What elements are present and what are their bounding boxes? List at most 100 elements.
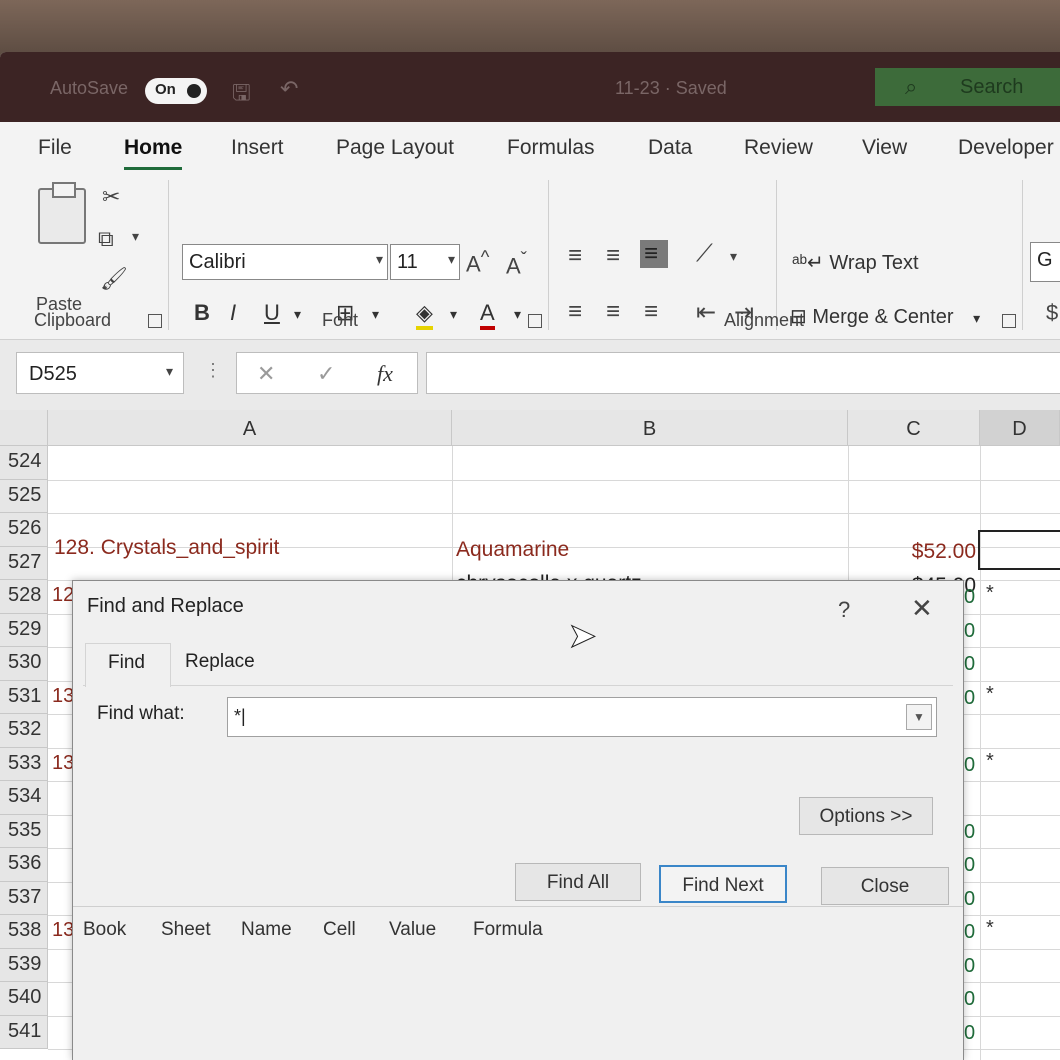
row-header[interactable]: 533 (0, 747, 48, 781)
cell-c-partial[interactable]: 0 (964, 1022, 975, 1045)
row-header[interactable]: 541 (0, 1015, 48, 1049)
row-header[interactable]: 528 (0, 580, 48, 614)
row-header[interactable]: 537 (0, 881, 48, 915)
cell-d-star[interactable]: * (986, 683, 994, 706)
align-left-icon[interactable]: ≡ (568, 298, 588, 326)
decrease-font-icon[interactable]: Aˇ (506, 248, 527, 279)
tab-review[interactable]: Review (744, 136, 813, 160)
cell-c-partial[interactable]: 0 (964, 821, 975, 844)
row-header[interactable]: 536 (0, 848, 48, 882)
cell-c-partial[interactable]: 0 (964, 955, 975, 978)
cell-a525[interactable]: 128. Crystals_and_spirit (54, 536, 279, 560)
tab-view[interactable]: View (862, 136, 907, 160)
column-header-d[interactable]: D (980, 410, 1060, 446)
cell-c-partial[interactable]: 0 (964, 687, 975, 710)
results-list[interactable] (73, 953, 963, 1060)
row-header[interactable]: 538 (0, 915, 48, 949)
find-next-button[interactable]: Find Next (659, 865, 787, 903)
cancel-icon[interactable]: ✕ (257, 361, 275, 387)
underline-button[interactable]: U (264, 300, 280, 326)
row-header[interactable]: 529 (0, 613, 48, 647)
cut-icon[interactable]: ✂ (102, 184, 120, 210)
selected-cell-d525[interactable] (978, 530, 1060, 570)
middle-align-icon[interactable]: ≡ (606, 242, 626, 270)
copy-dropdown-icon[interactable]: ▾ (132, 228, 139, 245)
bottom-align-icon[interactable]: ≡ (640, 240, 669, 268)
wrap-text-button[interactable]: ᵃᵇ↵ Wrap Text (792, 250, 919, 275)
row-header[interactable]: 526 (0, 513, 48, 547)
copy-icon[interactable]: ⧉ (98, 226, 114, 252)
font-size-box[interactable]: 11 ▾ (390, 244, 460, 280)
chevron-down-icon[interactable]: ▼ (906, 704, 932, 730)
tab-replace[interactable]: Replace (185, 651, 255, 673)
font-name-box[interactable]: Calibri ▾ (182, 244, 388, 280)
decrease-indent-icon[interactable]: ⇤ (696, 298, 722, 327)
top-align-icon[interactable]: ≡ (568, 242, 588, 270)
select-all-corner[interactable] (0, 410, 48, 446)
cell-c-partial[interactable]: 0 (964, 754, 975, 777)
cell-a-partial[interactable]: 13 (52, 685, 74, 708)
column-header-b[interactable]: B (452, 410, 848, 446)
italic-button[interactable]: I (230, 300, 236, 326)
align-center-icon[interactable]: ≡ (606, 298, 626, 326)
cell-c-partial[interactable]: 0 (964, 988, 975, 1011)
merge-center-button[interactable]: ⊟ Merge & Center ▾ (790, 304, 980, 329)
enter-icon[interactable]: ✓ (317, 361, 335, 387)
bold-button[interactable]: B (194, 300, 210, 326)
results-col-book[interactable]: Book (83, 919, 126, 941)
options-button[interactable]: Options >> (799, 797, 933, 835)
cell-a-partial[interactable]: 13 (52, 752, 74, 775)
row-header[interactable]: 524 (0, 446, 48, 480)
cell-c-partial[interactable]: 0 (964, 854, 975, 877)
currency-icon[interactable]: $ (1046, 300, 1058, 326)
results-col-sheet[interactable]: Sheet (161, 919, 211, 941)
results-col-name[interactable]: Name (241, 919, 292, 941)
chevron-down-icon[interactable]: ▾ (294, 306, 301, 323)
number-format-box[interactable]: G (1030, 242, 1060, 282)
font-launcher-icon[interactable] (528, 314, 542, 328)
document-title[interactable]: 11-23 · Saved (615, 78, 727, 99)
tab-page-layout[interactable]: Page Layout (336, 136, 454, 160)
increase-font-icon[interactable]: A^ (466, 246, 489, 277)
cell-d-star[interactable]: * (986, 582, 994, 605)
row-header[interactable]: 534 (0, 781, 48, 815)
fill-color-icon[interactable]: ◈ (416, 300, 433, 330)
row-header[interactable]: 525 (0, 479, 48, 513)
align-right-icon[interactable]: ≡ (644, 298, 664, 326)
row-header[interactable]: 532 (0, 714, 48, 748)
save-icon[interactable]: 🖫 (232, 76, 251, 114)
chevron-down-icon[interactable]: ▾ (514, 306, 521, 323)
search-box[interactable]: ⌕ Search (875, 68, 1060, 106)
tab-formulas[interactable]: Formulas (507, 136, 595, 160)
results-col-cell[interactable]: Cell (323, 919, 356, 941)
cell-c-partial[interactable]: 0 (964, 653, 975, 676)
row-header[interactable]: 540 (0, 982, 48, 1016)
font-color-icon[interactable]: A (480, 300, 495, 330)
clipboard-launcher-icon[interactable] (148, 314, 162, 328)
formula-input[interactable] (426, 352, 1060, 394)
chevron-down-icon[interactable]: ▾ (450, 306, 457, 323)
row-header[interactable]: 539 (0, 948, 48, 982)
cell-c-partial[interactable]: 0 (964, 921, 975, 944)
tab-developer[interactable]: Developer (958, 136, 1054, 160)
cell-b525[interactable]: Aquamarine (456, 538, 569, 562)
chevron-down-icon[interactable]: ▾ (372, 306, 379, 323)
row-header[interactable]: 535 (0, 814, 48, 848)
cell-a-partial[interactable]: 12 (52, 584, 74, 607)
find-what-input[interactable]: *| ▼ (227, 697, 937, 737)
close-icon[interactable]: ✕ (911, 593, 933, 624)
alignment-launcher-icon[interactable] (1002, 314, 1016, 328)
tab-data[interactable]: Data (648, 136, 692, 160)
row-header[interactable]: 527 (0, 546, 48, 580)
cell-d-star[interactable]: * (986, 750, 994, 773)
format-painter-icon[interactable]: 🖌 (100, 266, 128, 292)
row-header[interactable]: 530 (0, 647, 48, 681)
tab-insert[interactable]: Insert (231, 136, 284, 160)
tab-home[interactable]: Home (124, 136, 183, 170)
chevron-down-icon[interactable]: ▾ (730, 248, 737, 265)
tab-find[interactable]: Find (85, 643, 171, 687)
close-button[interactable]: Close (821, 867, 949, 905)
cell-c-partial[interactable]: 0 (964, 586, 975, 609)
autosave-toggle[interactable]: On (145, 78, 207, 104)
paste-icon[interactable] (38, 182, 86, 244)
